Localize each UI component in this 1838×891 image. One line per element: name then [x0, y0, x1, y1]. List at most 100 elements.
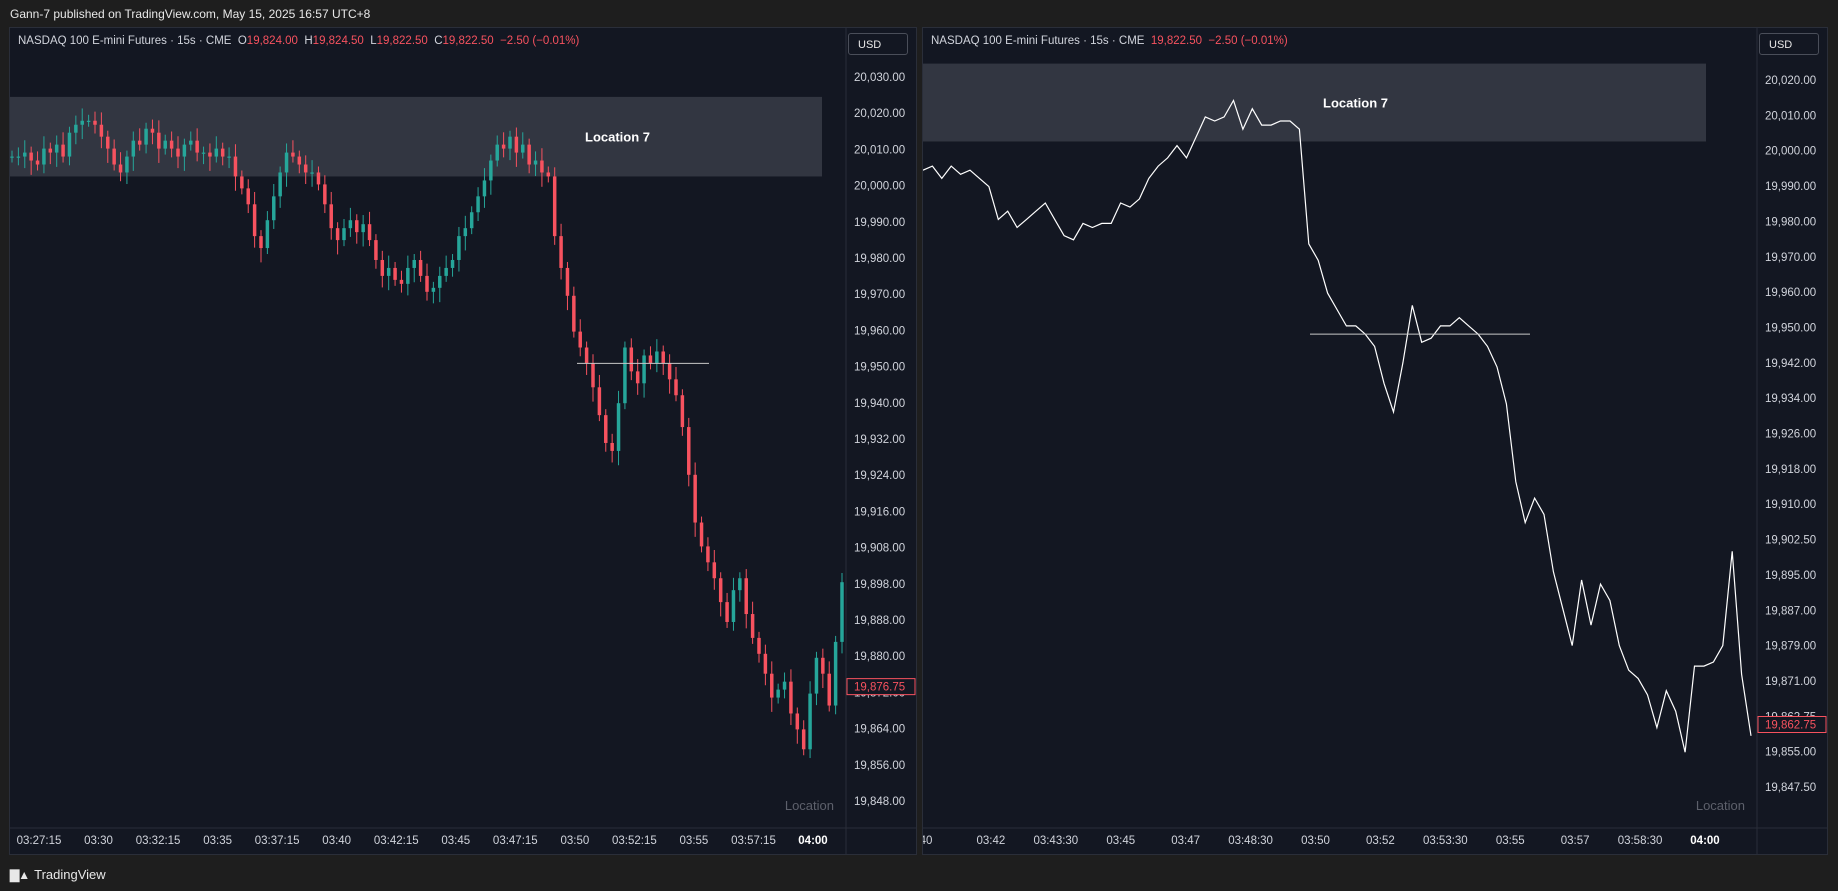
- y-tick-label: 19,871.00: [1765, 676, 1816, 688]
- y-tick-label: 19,887.00: [1765, 605, 1816, 617]
- candle-body: [195, 140, 199, 153]
- candle-body: [412, 259, 416, 268]
- candle-body: [80, 120, 84, 125]
- candle-body: [476, 196, 480, 213]
- candle-body: [246, 188, 250, 205]
- candle-body: [527, 144, 531, 165]
- x-tick-label: 03:55: [1496, 835, 1525, 847]
- legend-close-label: C: [434, 35, 443, 47]
- chart-legend: NASDAQ 100 E-mini Futures · 15s · CME O1…: [18, 35, 579, 47]
- candle-body: [169, 140, 174, 149]
- candlestick-chart-svg[interactable]: Location 7 Location 20,030.00 20,020.00 20,0…: [10, 28, 917, 855]
- candle-body: [86, 120, 91, 122]
- x-tick-label: 04:00: [798, 835, 827, 847]
- candle-body: [540, 160, 544, 173]
- candle-body: [99, 124, 104, 137]
- last-price-label: 19,876.75: [854, 682, 905, 694]
- candle-body: [559, 236, 563, 268]
- footer-brand: TradingView: [34, 867, 106, 882]
- y-tick-label: 19,895.00: [1765, 570, 1816, 582]
- candle-body: [367, 224, 372, 241]
- x-tick-label: 04:00: [1690, 835, 1719, 847]
- legend-symbol: NASDAQ 100 E-mini Futures · 15s · CME: [18, 35, 232, 47]
- last-price-label: 19,862.75: [1765, 719, 1816, 731]
- y-tick-label: 19,980.00: [854, 253, 905, 265]
- candlestick-chart-panel[interactable]: Location 7 Location 20,030.00 20,020.00 20,0…: [9, 27, 917, 855]
- x-tick-label: 03:42:15: [374, 835, 419, 847]
- y-tick-label: 20,000.00: [1765, 146, 1816, 158]
- location-watermark: Location: [785, 798, 834, 813]
- candle-body: [137, 140, 142, 145]
- x-tick-label: 03:47:15: [493, 835, 538, 847]
- candle-body: [348, 220, 353, 229]
- line-chart-svg[interactable]: Location 7 Location 20,020.00 20,010.00 20,0…: [923, 28, 1828, 855]
- candle-body: [272, 196, 276, 221]
- publisher-header: Gann-7 published on TradingView.com, May…: [10, 7, 371, 21]
- y-tick-label: 19,879.00: [1765, 641, 1816, 653]
- chart-legend: NASDAQ 100 E-mini Futures · 15s · CME 19…: [931, 35, 1288, 47]
- y-tick-label: 19,934.00: [1765, 393, 1816, 405]
- candle-body: [265, 220, 270, 249]
- x-tick-label: 03:30: [84, 835, 113, 847]
- candle-body: [386, 267, 391, 276]
- legend-symbol: NASDAQ 100 E-mini Futures · 15s · CME: [931, 35, 1145, 47]
- candle-body: [220, 148, 225, 157]
- candle-body: [591, 363, 595, 388]
- x-tick-label: 03:57: [1561, 835, 1590, 847]
- candle-body: [674, 379, 678, 396]
- y-tick-label: 19,940.00: [854, 398, 905, 410]
- candle-body: [399, 279, 404, 284]
- candle-body: [23, 152, 27, 157]
- y-tick-label: 19,908.00: [854, 543, 905, 555]
- x-tick-label: 03:52: [1366, 835, 1395, 847]
- legend-high-label: H: [304, 35, 313, 47]
- candle-body: [699, 522, 704, 547]
- footer: ▇▲ TradingView: [10, 867, 106, 882]
- candle-body: [355, 220, 359, 233]
- y-tick-label: 19,898.00: [854, 579, 905, 591]
- candle-body: [444, 267, 448, 276]
- candle-body: [278, 172, 282, 197]
- candle-body: [827, 673, 831, 706]
- candle-body: [406, 267, 410, 284]
- legend-price: 19,822.50: [1150, 35, 1203, 47]
- candle-body: [35, 160, 40, 165]
- candle-body: [821, 657, 825, 674]
- y-tick-label: 19,848.00: [854, 796, 905, 808]
- currency-button[interactable]: USD: [848, 33, 908, 55]
- location-zone: [10, 96, 822, 177]
- y-tick-label: 19,918.00: [1765, 464, 1816, 476]
- candle-body: [687, 427, 691, 475]
- y-tick-label: 19,855.00: [1765, 747, 1816, 759]
- candle-body: [297, 156, 302, 165]
- candle-body: [482, 180, 487, 197]
- candle-body: [227, 156, 231, 158]
- candle-body: [450, 259, 455, 268]
- candle-body: [508, 136, 512, 149]
- line-chart-panel[interactable]: Location 7 Location 20,020.00 20,010.00 20,0…: [922, 27, 1828, 855]
- candle-body: [680, 395, 685, 428]
- x-tick-label: 40: [923, 835, 932, 847]
- candle-body: [125, 156, 129, 173]
- candle-body: [725, 602, 729, 622]
- y-tick-label: 20,030.00: [854, 72, 905, 84]
- candle-body: [655, 351, 659, 364]
- x-tick-label: 03:32:15: [136, 835, 181, 847]
- candle-body: [42, 148, 46, 165]
- candle-body: [738, 578, 742, 591]
- candle-body: [29, 152, 33, 161]
- candle-body: [329, 204, 333, 229]
- candle-body: [240, 176, 244, 189]
- candle-body: [578, 331, 582, 348]
- currency-button[interactable]: USD: [1759, 33, 1819, 55]
- y-tick-label: 20,010.00: [854, 144, 905, 156]
- candle-body: [635, 371, 640, 384]
- candle-body: [763, 653, 768, 674]
- y-tick-label: 19,880.00: [854, 651, 905, 663]
- x-tick-label: 03:45: [441, 835, 470, 847]
- candle-body: [629, 347, 634, 372]
- y-tick-label: 19,910.00: [1765, 499, 1816, 511]
- candle-body: [214, 148, 219, 157]
- candle-body: [284, 152, 289, 173]
- y-tick-label: 19,916.00: [854, 506, 905, 518]
